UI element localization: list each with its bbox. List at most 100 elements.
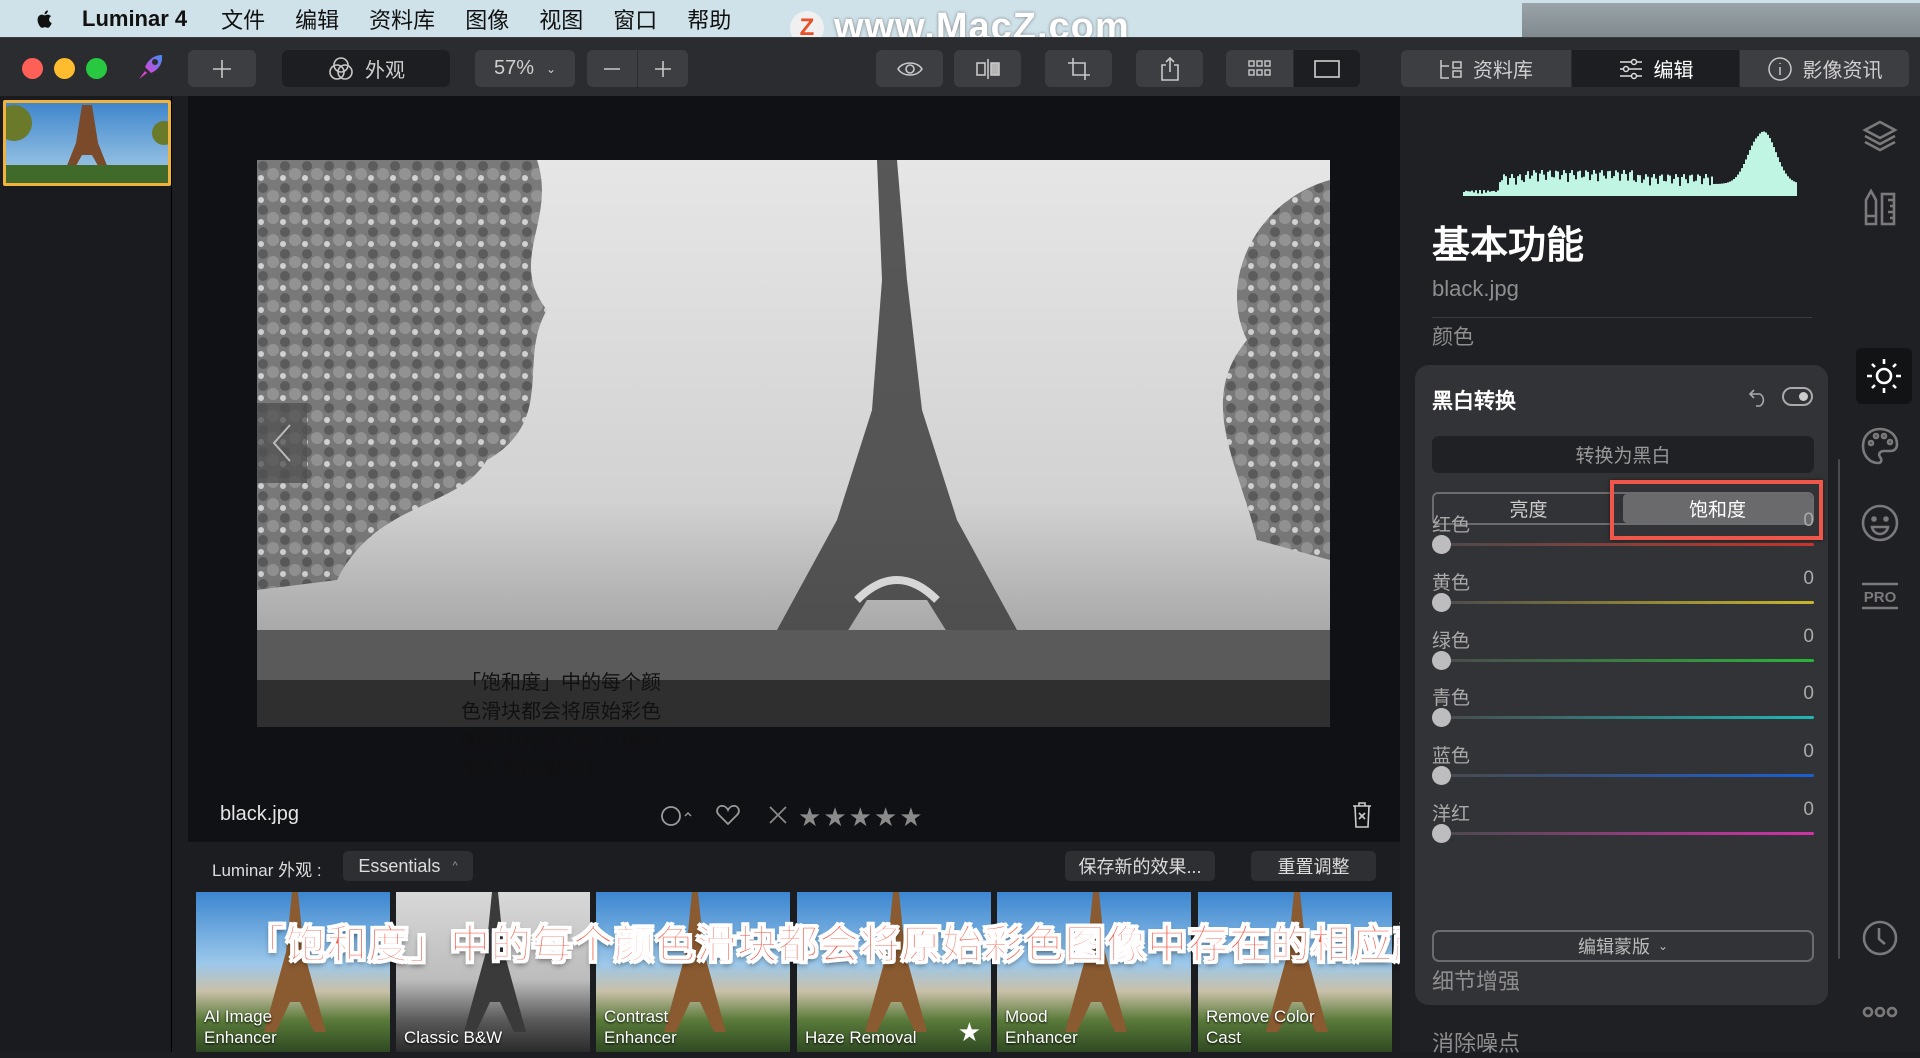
histogram-bar [1747,154,1749,196]
rocket-icon[interactable] [136,52,166,82]
grid-view-button[interactable] [1226,50,1293,87]
slider-track[interactable] [1440,832,1814,835]
slider-green[interactable]: 绿色 0 [1432,626,1814,676]
add-photos-button[interactable] [188,50,256,87]
star-rating[interactable]: ★ ★ ★ ★ ★ [798,802,923,833]
save-look-button[interactable]: 保存新的效果... [1065,851,1215,881]
favorite-button[interactable] [715,802,741,833]
preview-toggle-button[interactable] [876,50,943,87]
histogram-bar [1719,183,1721,196]
history-button[interactable] [1860,918,1900,958]
histogram-bar [1707,177,1709,196]
slider-handle[interactable] [1432,766,1451,785]
main-photo-bw[interactable] [257,160,1330,727]
section-denoise[interactable]: 消除噪点 [1432,1026,1520,1058]
slider-yellow[interactable]: 黄色 0 [1432,568,1814,618]
slider-track[interactable] [1440,543,1814,546]
tab-library[interactable]: 资料库 [1401,50,1571,87]
pro-button[interactable]: PRO [1860,576,1900,616]
rating-star[interactable]: ★ [899,802,922,833]
slider-handle[interactable] [1432,651,1451,670]
slider-handle[interactable] [1432,824,1451,843]
tab-info[interactable]: 影像资讯 [1739,50,1909,87]
compare-button[interactable] [954,50,1021,87]
menu-edit[interactable]: 编辑 [295,3,339,35]
single-view-button[interactable] [1293,50,1360,87]
minimize-window-button[interactable] [54,58,75,79]
menu-view[interactable]: 视图 [539,3,583,35]
section-detail-enhancer[interactable]: 细节增强 [1432,964,1520,996]
looks-category-dropdown[interactable]: Essentials ^ [343,851,473,881]
histogram-bar [1469,191,1471,196]
menu-help[interactable]: 帮助 [687,3,731,35]
minus-icon [604,67,620,70]
slider-magenta[interactable]: 洋红 0 [1432,799,1814,849]
menu-file[interactable]: 文件 [221,3,265,35]
more-button[interactable] [1860,992,1900,1032]
section-color[interactable]: 颜色 [1432,321,1474,351]
reject-button[interactable] [766,802,790,833]
favorite-star-icon[interactable]: ★ [958,1017,981,1048]
zoom-in-button[interactable] [637,50,688,87]
histogram-bar [1475,190,1477,196]
essentials-button[interactable] [1856,348,1912,404]
chevron-down-icon: ⌄ [1657,939,1669,953]
histogram-bar [1657,183,1659,196]
filmstrip-thumbnail[interactable] [3,100,171,186]
menu-library[interactable]: 资料库 [369,3,435,35]
slider-track[interactable] [1440,659,1814,662]
creative-button[interactable] [1860,426,1900,466]
slider-handle[interactable] [1432,593,1451,612]
apple-logo-icon[interactable] [34,8,56,30]
portrait-button[interactable] [1860,503,1900,543]
tab-edit-label: 编辑 [1653,60,1694,82]
layers-button[interactable] [1860,116,1900,156]
slider-track[interactable] [1440,774,1814,777]
histogram-bar [1581,177,1583,196]
undo-icon[interactable] [1748,386,1770,408]
menu-app-name[interactable]: Luminar 4 [82,6,187,32]
histogram-bar [1579,170,1581,196]
histogram-bar [1587,171,1589,196]
edit-mask-button[interactable]: 编辑蒙版 ⌄ [1432,930,1814,962]
slider-handle[interactable] [1432,708,1451,727]
menu-image[interactable]: 图像 [465,3,509,35]
rating-star[interactable]: ★ [798,802,821,833]
zoom-window-button[interactable] [86,58,107,79]
histogram-bar [1495,191,1497,196]
slider-track[interactable] [1440,601,1814,604]
rating-star[interactable]: ★ [823,802,846,833]
zoom-out-button[interactable] [587,50,637,87]
slider-handle[interactable] [1432,535,1451,554]
looks-button[interactable]: 外观 [282,50,450,87]
previous-image-button[interactable] [257,403,307,483]
menu-window[interactable]: 窗口 [613,3,657,35]
bw-conversion-card: 黑白转换 转换为黑白 亮度 饱和度 红色 0 黄色 0 绿色 0 青色 0 蓝色… [1415,365,1828,1005]
histogram-bar [1535,172,1537,196]
tab-edit[interactable]: 编辑 [1571,50,1739,87]
share-button[interactable] [1136,50,1203,87]
reset-adjustments-button[interactable]: 重置调整 [1251,851,1376,881]
rating-star[interactable]: ★ [874,802,897,833]
rating-star[interactable]: ★ [849,802,872,833]
slider-track[interactable] [1440,716,1814,719]
histogram-bar [1539,173,1541,196]
slider-blue[interactable]: 蓝色 0 [1432,741,1814,791]
slider-cyan[interactable]: 青色 0 [1432,683,1814,733]
eiffel-tower-bw-image [257,160,1330,727]
histogram-bar [1755,138,1757,196]
delete-button[interactable] [1350,800,1374,835]
histogram-bar [1669,175,1671,196]
preset-label: AI Image Enhancer [204,1007,277,1047]
close-window-button[interactable] [22,58,43,79]
histogram-bar [1619,180,1621,196]
zoom-level-dropdown[interactable]: 57% ⌄ [475,50,575,87]
crop-button[interactable] [1045,50,1112,87]
canvas-tools-button[interactable] [1860,188,1900,228]
slider-red[interactable]: 红色 0 [1432,510,1814,560]
color-label-dropdown[interactable] [660,802,700,833]
enable-toggle[interactable] [1782,387,1813,406]
histogram-bar [1531,175,1533,196]
convert-to-bw-button[interactable]: 转换为黑白 [1432,436,1814,473]
preset-label: Classic B&W [404,1028,503,1047]
